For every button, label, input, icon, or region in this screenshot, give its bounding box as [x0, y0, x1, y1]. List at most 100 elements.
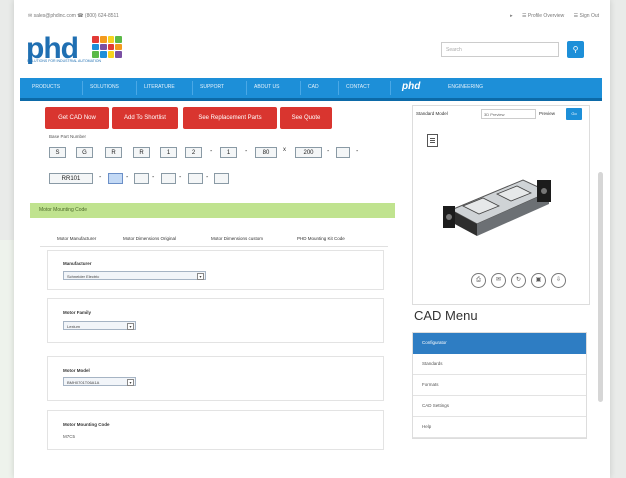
document-icon[interactable] — [427, 134, 438, 147]
preview-header: Standard Model — [416, 111, 448, 116]
print-icon[interactable]: ⎙ — [471, 273, 486, 288]
email-icon[interactable]: ✉ — [491, 273, 506, 288]
nav-item-contact[interactable]: CONTACT — [346, 84, 370, 90]
part-segment[interactable]: 1 — [220, 147, 237, 158]
cad-menu-item-standards[interactable]: Standards — [413, 354, 586, 375]
add-to-shortlist-button[interactable]: Add To Shortlist — [112, 107, 178, 129]
phd-logo[interactable]: phd SOLUTIONS FOR INDUSTRIAL AUTOMATION — [26, 30, 136, 65]
see-quote-button[interactable]: See Quote — [280, 107, 332, 129]
motor-family-value: Lexium — [67, 324, 80, 329]
cad-menu-title: CAD Menu — [414, 308, 478, 323]
logo-tagline: SOLUTIONS FOR INDUSTRIAL AUTOMATION — [27, 59, 102, 63]
part-number-label: Base Part Number — [49, 134, 87, 139]
nav-separator — [82, 81, 83, 95]
logo-color-squares — [92, 36, 122, 58]
search-icon: ⚲ — [572, 45, 579, 54]
tab-motor-dimensions-custom[interactable]: Motor Dimensions custom — [211, 236, 263, 241]
preview-label: Preview — [539, 111, 556, 116]
preview-format-value: 3D Preview — [484, 112, 505, 117]
utility-link-signout[interactable]: ☰ Sign Out — [574, 13, 599, 19]
tab-motor-dimensions-original[interactable]: Motor Dimensions Original — [123, 236, 176, 241]
download-icon[interactable]: ⇩ — [551, 273, 566, 288]
see-replacement-parts-button[interactable]: See Replacement Parts — [183, 107, 277, 129]
nav-item-products[interactable]: PRODUCTS — [32, 84, 60, 90]
manufacturer-label: Manufacturer — [63, 261, 92, 266]
utility-bar: ✉ sales@phdinc.com ☎ (800) 624-8511 ▸ ☰ … — [20, 10, 605, 24]
part-dash: - — [356, 148, 359, 155]
cad-menu-item-configurator[interactable]: Configurator — [413, 333, 586, 354]
share-icon[interactable]: ↻ — [511, 273, 526, 288]
part-segment[interactable]: 80 — [255, 147, 277, 158]
part-segment[interactable]: 200 — [295, 147, 322, 158]
cad-menu: Configurator Standards Formats CAD Setti… — [412, 332, 587, 439]
cad-menu-item-help[interactable]: Help — [413, 417, 586, 438]
part-segment[interactable]: S — [49, 147, 66, 158]
utility-links: ▸ ☰ Profile Overview ☰ Sign Out — [502, 13, 599, 19]
motor-model-label: Motor Model — [63, 368, 90, 373]
nav-brand-logo[interactable]: phd — [402, 81, 420, 92]
search-input[interactable]: Search — [441, 42, 559, 57]
cad-menu-item-settings[interactable]: CAD Settings — [413, 396, 586, 417]
chevron-down-icon: ▾ — [197, 273, 204, 280]
search-button[interactable]: ⚲ — [567, 41, 584, 58]
preview-go-button[interactable]: Go — [566, 108, 582, 120]
tab-phd-mounting-kit[interactable]: PHD Mounting Kit Code — [297, 236, 345, 241]
part-dash: - — [179, 174, 182, 181]
get-cad-now-button[interactable]: Get CAD Now — [45, 107, 109, 129]
part-dash: - — [327, 148, 330, 155]
nav-item-literature[interactable]: LITERATURE — [144, 84, 175, 90]
manufacturer-select[interactable]: Schneider Electric ▾ — [63, 271, 206, 280]
part-segment[interactable]: R — [105, 147, 122, 158]
motor-model-value: BMH0701T06A1A — [67, 380, 100, 385]
utility-link-arrow[interactable]: ▸ — [510, 13, 513, 19]
part-segment-empty[interactable] — [214, 173, 229, 184]
contact-info: ✉ sales@phdinc.com ☎ (800) 624-8511 — [28, 13, 119, 19]
mounting-code-card: Motor Mounting Code M7C5 — [47, 410, 384, 450]
preview-format-select[interactable]: 3D Preview — [481, 109, 536, 119]
part-segment[interactable]: RR101 — [49, 173, 93, 184]
nav-item-about[interactable]: ABOUT US — [254, 84, 279, 90]
part-dash: - — [126, 174, 129, 181]
main-nav: PRODUCTS SOLUTIONS LITERATURE SUPPORT AB… — [20, 78, 602, 101]
nav-separator — [246, 81, 247, 95]
page-scrollbar[interactable] — [598, 172, 603, 402]
cad-menu-item-formats[interactable]: Formats — [413, 375, 586, 396]
chevron-down-icon: ▾ — [127, 379, 134, 386]
cad-preview-panel: Standard Model 3D Preview Preview Go ⎙ ✉… — [412, 105, 590, 305]
part-segment[interactable]: 1 — [160, 147, 177, 158]
nav-separator — [192, 81, 193, 95]
nav-item-support[interactable]: SUPPORT — [200, 84, 224, 90]
nav-item-engineering[interactable]: ENGINEERING — [448, 84, 483, 90]
part-segment[interactable]: G — [76, 147, 93, 158]
nav-item-solutions[interactable]: SOLUTIONS — [90, 84, 119, 90]
motor-model-card: Motor Model BMH0701T06A1A ▾ — [47, 356, 384, 401]
chevron-down-icon: ▾ — [127, 323, 134, 330]
mounting-code-value: M7C5 — [63, 434, 76, 439]
nav-item-cad[interactable]: CAD — [308, 84, 319, 90]
part-dash: - — [206, 174, 209, 181]
part-segment[interactable]: 2 — [185, 147, 202, 158]
left-background-panel — [0, 240, 14, 478]
manufacturer-card: Manufacturer Schneider Electric ▾ — [47, 250, 384, 290]
part-segment-selected[interactable] — [108, 173, 123, 184]
section-header-motor-mounting[interactable]: Motor Mounting Code — [30, 203, 395, 218]
motor-family-label: Motor Family — [63, 310, 92, 315]
part-segment[interactable]: R — [133, 147, 150, 158]
part-segment-empty[interactable] — [161, 173, 176, 184]
part-segment-empty[interactable] — [336, 147, 350, 158]
actuator-3d-model-image[interactable] — [441, 166, 559, 246]
part-times: x — [283, 147, 286, 153]
mounting-code-label: Motor Mounting Code — [63, 422, 110, 427]
nav-separator — [300, 81, 301, 95]
motor-family-select[interactable]: Lexium ▾ — [63, 321, 136, 330]
image-icon[interactable]: ▣ — [531, 273, 546, 288]
nav-separator — [136, 81, 137, 95]
motor-model-select[interactable]: BMH0701T06A1A ▾ — [63, 377, 136, 386]
part-segment-empty[interactable] — [188, 173, 203, 184]
tab-motor-manufacturer[interactable]: Motor Manufacturer — [57, 236, 96, 241]
utility-link-profile[interactable]: ☰ Profile Overview — [522, 13, 564, 19]
motor-tabs: Motor Manufacturer Motor Dimensions Orig… — [57, 236, 377, 246]
part-dash: - — [245, 148, 248, 155]
part-segment-empty[interactable] — [134, 173, 149, 184]
part-dash: - — [99, 174, 102, 181]
